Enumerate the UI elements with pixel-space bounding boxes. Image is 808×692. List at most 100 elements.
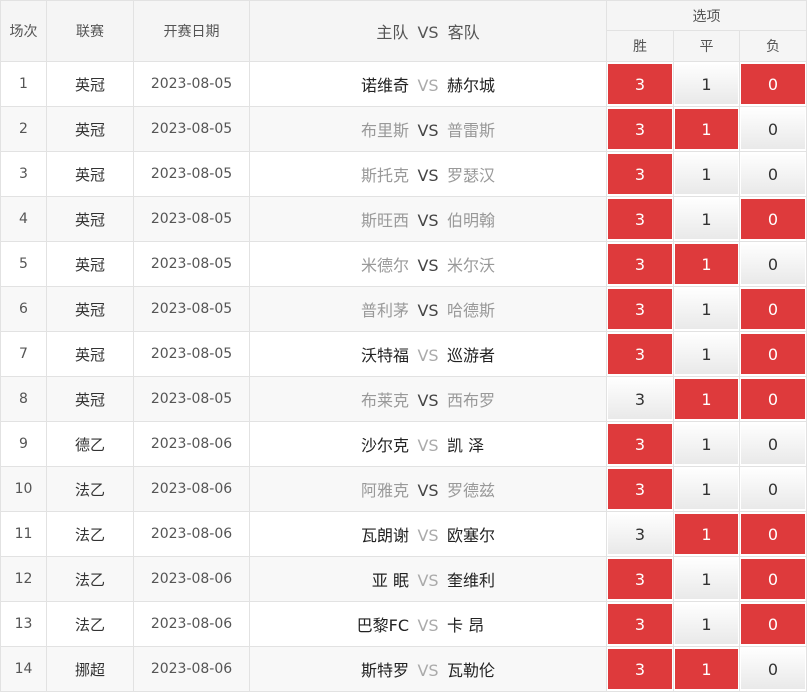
vs-label: VS [417,166,439,185]
option-lose-button[interactable]: 0 [741,514,806,554]
option-win-button[interactable]: 3 [608,604,672,644]
option-win-button[interactable]: 3 [608,649,672,689]
option-lose-button[interactable]: 0 [741,289,806,329]
option-lose-cell: 0 [738,241,808,287]
vs-label: VS [417,571,439,590]
match-date: 2023-08-05 [133,151,250,197]
option-lose-button[interactable]: 0 [741,334,806,374]
option-lose-cell: 0 [738,646,808,692]
option-draw-button[interactable]: 1 [675,154,738,194]
league-name: 英冠 [46,331,134,377]
option-win-button[interactable]: 3 [608,244,672,284]
league-name: 挪超 [46,646,134,692]
header-index: 场次 [0,0,47,62]
option-lose-button[interactable]: 0 [741,154,806,194]
option-draw-cell: 1 [673,376,740,422]
match-date: 2023-08-06 [133,556,250,602]
option-lose-button[interactable]: 0 [741,604,806,644]
option-draw-button[interactable]: 1 [675,514,738,554]
option-win-cell: 3 [606,376,674,422]
league-name: 法乙 [46,511,134,557]
option-draw-cell: 1 [673,556,740,602]
option-win-button[interactable]: 3 [608,424,672,464]
option-win-button[interactable]: 3 [608,514,672,554]
option-lose-cell: 0 [738,601,808,647]
option-lose-cell: 0 [738,556,808,602]
option-win-button[interactable]: 3 [608,334,672,374]
away-team: 凯 泽 [447,436,485,455]
match-index: 2 [0,106,47,152]
option-lose-button[interactable]: 0 [741,559,806,599]
option-win-button[interactable]: 3 [608,379,672,419]
option-lose-button[interactable]: 0 [741,649,806,689]
option-draw-button[interactable]: 1 [675,289,738,329]
option-lose-button[interactable]: 0 [741,424,806,464]
option-draw-button[interactable]: 1 [675,559,738,599]
header-date: 开赛日期 [133,0,250,62]
table-row: 10 法乙 2023-08-06 阿雅克 VS 罗德兹 3 1 0 [0,466,808,512]
vs-label: VS [417,211,439,230]
option-lose-cell: 0 [738,196,808,242]
match-index: 12 [0,556,47,602]
option-draw-button[interactable]: 1 [675,379,738,419]
option-lose-button[interactable]: 0 [741,199,806,239]
home-team: 斯旺西 [360,211,409,230]
option-win-cell: 3 [606,196,674,242]
option-win-button[interactable]: 3 [608,154,672,194]
option-lose-button[interactable]: 0 [741,64,806,104]
table-row: 8 英冠 2023-08-05 布莱克 VS 西布罗 3 1 0 [0,376,808,422]
option-lose-cell: 0 [738,376,808,422]
option-win-cell: 3 [606,646,674,692]
table-header: 场次 联赛 开赛日期 主队 VS 客队 选项 胜 平 负 [0,0,808,62]
option-win-button[interactable]: 3 [608,109,672,149]
option-win-button[interactable]: 3 [608,559,672,599]
away-team: 巡游者 [447,346,496,365]
option-draw-button[interactable]: 1 [675,334,738,374]
match-teams: 沙尔克 VS 凯 泽 [249,421,607,467]
option-win-button[interactable]: 3 [608,199,672,239]
table-row: 9 德乙 2023-08-06 沙尔克 VS 凯 泽 310 [0,421,808,467]
match-teams: 普利茅 VS 哈德斯 [249,286,607,332]
match-index: 11 [0,511,47,557]
table-row: 5 英冠 2023-08-05 米德尔 VS 米尔沃 3 1 0 [0,241,808,287]
match-date: 2023-08-06 [133,646,250,692]
option-draw-button[interactable]: 1 [675,64,738,104]
option-lose-button[interactable]: 0 [741,379,806,419]
option-win-cell: 3 [606,61,674,107]
home-team: 布里斯 [360,121,409,140]
option-draw-button[interactable]: 1 [675,469,738,509]
vs-label: VS [417,301,439,320]
option-draw-cell: 1 [673,106,740,152]
header-opt-draw: 平 [673,30,740,62]
vs-label: VS [417,616,439,635]
header-vs: VS [417,23,439,42]
option-draw-button[interactable]: 1 [675,649,738,689]
option-lose-button[interactable]: 0 [741,109,806,149]
match-index: 7 [0,331,47,377]
option-win-button[interactable]: 3 [608,64,672,104]
option-win-button[interactable]: 3 [608,469,672,509]
match-date: 2023-08-05 [133,61,250,107]
option-draw-cell: 1 [673,331,740,377]
home-team: 瓦朗谢 [360,526,409,545]
table-row: 6 英冠 2023-08-05 普利茅 VS 哈德斯 3 1 0 [0,286,808,332]
option-draw-button[interactable]: 1 [675,604,738,644]
option-draw-button[interactable]: 1 [675,244,738,284]
option-lose-cell: 0 [738,331,808,377]
option-draw-button[interactable]: 1 [675,199,738,239]
away-team: 米尔沃 [447,256,496,275]
match-index: 6 [0,286,47,332]
option-lose-cell: 0 [738,466,808,512]
vs-label: VS [417,346,439,365]
option-draw-button[interactable]: 1 [675,424,738,464]
option-draw-cell: 1 [673,466,740,512]
vs-label: VS [417,436,439,455]
option-draw-cell: 1 [673,646,740,692]
option-lose-button[interactable]: 0 [741,469,806,509]
option-lose-button[interactable]: 0 [741,244,806,284]
option-win-button[interactable]: 3 [608,289,672,329]
table-row: 4 英冠 2023-08-05 斯旺西 VS 伯明翰 3 1 0 [0,196,808,242]
option-draw-button[interactable]: 1 [675,109,738,149]
table-row: 13 法乙 2023-08-06 巴黎FC VS 卡 昂 310 [0,601,808,647]
option-win-cell: 3 [606,421,674,467]
